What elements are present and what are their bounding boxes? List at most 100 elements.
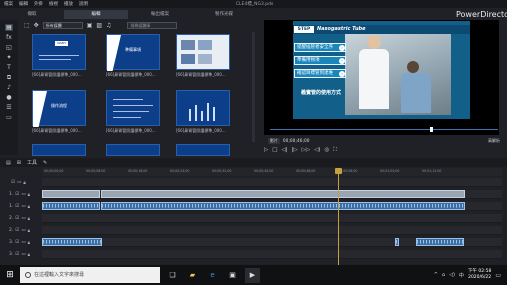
track-lock-icon[interactable]: 🔒︎ — [28, 192, 30, 198]
media-thumb[interactable]: NABH — [32, 34, 86, 70]
track-toggle-icon[interactable]: ☑ — [11, 180, 15, 185]
track-toggle-icon[interactable]: ☑ — [15, 192, 19, 197]
play-icon[interactable]: ▷ — [264, 147, 268, 153]
title-room-icon[interactable]: T — [5, 64, 13, 71]
taskbar-clock[interactable]: 下午 02:58 2020/6/22 — [468, 269, 491, 281]
track-visibility-icon[interactable]: ▭ — [21, 252, 25, 257]
menu-help[interactable]: 說明 — [79, 1, 88, 7]
audio-clip[interactable] — [416, 238, 464, 246]
media-thumb[interactable] — [176, 90, 230, 126]
preview-quality-dropdown[interactable]: 高解析 — [488, 138, 500, 144]
audio-mixing-icon[interactable]: ♪ — [5, 84, 13, 91]
track-header[interactable]: 1. ☑ ▭ 🔒︎ — [0, 190, 42, 199]
tab-produce[interactable]: 輸出檔案 — [128, 10, 192, 19]
filter-image-icon[interactable]: ▨ — [96, 22, 102, 29]
timeline-view-icon[interactable]: ▤ — [6, 160, 11, 166]
transition-room-icon[interactable]: ⧉ — [5, 74, 13, 81]
audio-clip[interactable] — [395, 238, 399, 246]
track-lane[interactable] — [42, 226, 502, 235]
store-icon[interactable]: ▣ — [225, 268, 240, 283]
track-toggle-icon[interactable]: ☑ — [15, 252, 19, 257]
track-header[interactable]: 3. ☑ ▭ 🔒︎ — [0, 238, 42, 247]
media-filter-dropdown[interactable]: 所有媒體 — [42, 21, 83, 29]
next-frame-icon[interactable]: |▷ — [292, 147, 298, 153]
volume-tray-icon[interactable]: ◁) — [449, 272, 455, 278]
preview-mode-toggle[interactable]: 影片 — [268, 137, 280, 144]
plugin-icon[interactable]: ✥ — [34, 22, 39, 29]
track-visibility-icon[interactable]: ▭ — [21, 228, 25, 233]
media-thumb[interactable] — [106, 90, 160, 126]
magic-tools-icon[interactable]: ✎ — [43, 160, 47, 166]
video-clip[interactable] — [42, 190, 100, 198]
pip-room-icon[interactable]: ◱ — [5, 44, 13, 51]
track-toggle-icon[interactable]: ☑ — [15, 204, 19, 209]
prev-frame-icon[interactable]: ◁| — [281, 147, 287, 153]
track-lock-icon[interactable]: 🔒︎ — [28, 204, 30, 210]
track-lock-icon[interactable]: 🔒︎ — [23, 180, 25, 186]
library-scrollbar[interactable] — [252, 32, 255, 142]
tab-edit[interactable]: 編輯 — [64, 9, 128, 19]
fullscreen-icon[interactable]: ⛶ — [333, 147, 337, 154]
particle-room-icon[interactable]: ✦ — [5, 54, 13, 61]
filter-audio-icon[interactable]: ♫ — [106, 22, 111, 29]
library-search-input[interactable]: 搜尋媒體庫 — [127, 21, 178, 29]
voiceover-icon[interactable]: ● — [5, 94, 13, 101]
track-header[interactable]: 3. ☑ ▭ 🔒︎ — [0, 250, 42, 259]
track-header[interactable]: 2. ☑ ▭ 🔒︎ — [0, 214, 42, 223]
tab-capture[interactable]: 擷取 — [0, 10, 64, 19]
media-thumb[interactable] — [176, 144, 230, 156]
media-thumb[interactable] — [176, 34, 230, 70]
track-lane[interactable] — [42, 214, 502, 223]
network-icon[interactable]: ⌂ — [442, 272, 445, 278]
filter-video-icon[interactable]: ▣ — [87, 22, 93, 29]
tools-dropdown[interactable]: 工具 — [27, 159, 37, 166]
video-clip[interactable] — [101, 190, 465, 198]
track-header[interactable]: 2. ☑ ▭ 🔒︎ — [0, 226, 42, 235]
track-lane[interactable] — [42, 178, 502, 187]
track-lock-icon[interactable]: 🔒︎ — [28, 216, 30, 222]
taskbar-search-input[interactable]: 在這裡輸入文字來搜尋 — [20, 267, 160, 283]
file-explorer-icon[interactable]: ▰ — [185, 268, 200, 283]
track-toggle-icon[interactable]: ☑ — [15, 216, 19, 221]
windows-start-icon[interactable]: ⊞ — [0, 265, 20, 285]
input-language[interactable]: 中 — [459, 272, 464, 279]
stop-icon[interactable]: □ — [272, 147, 277, 153]
track-toggle-icon[interactable]: ☑ — [15, 228, 19, 233]
menu-file[interactable]: 檔案 — [4, 1, 13, 7]
edge-icon[interactable]: e — [205, 268, 220, 283]
track-header[interactable]: 1. ☑ ▭ 🔒︎ — [0, 202, 42, 211]
volume-icon[interactable]: ◁) — [314, 147, 320, 153]
fast-forward-icon[interactable]: ▷▷ — [302, 147, 310, 153]
timeline-ruler[interactable]: 00;00;00;00 00;00;08;00 00;00;16;00 00;00;2… — [42, 168, 502, 176]
track-visibility-icon[interactable]: ▭ — [17, 180, 21, 185]
media-thumb[interactable]: 準備事項 — [106, 34, 160, 71]
menu-edit[interactable]: 編輯 — [19, 1, 28, 7]
notification-icon[interactable]: ▭ — [495, 272, 501, 279]
import-icon[interactable]: ⬚ — [24, 22, 30, 29]
audio-clip[interactable] — [42, 238, 102, 246]
track-toggle-icon[interactable]: ☑ — [15, 240, 19, 245]
storyboard-icon[interactable]: ⊞ — [17, 160, 21, 166]
tray-arrow-icon[interactable]: ^ — [434, 272, 438, 278]
track-visibility-icon[interactable]: ▭ — [21, 192, 25, 197]
chapter-icon[interactable]: ☰ — [5, 104, 13, 111]
fx-room-icon[interactable]: fx — [5, 34, 13, 41]
track-visibility-icon[interactable]: ▭ — [21, 240, 25, 245]
menu-plugins[interactable]: 外掛 — [34, 1, 43, 7]
track-lock-icon[interactable]: 🔒︎ — [28, 240, 30, 246]
subtitle-icon[interactable]: ▭ — [5, 114, 13, 121]
track-visibility-icon[interactable]: ▭ — [21, 204, 25, 209]
audio-clip[interactable] — [101, 202, 465, 210]
menu-play[interactable]: 播放 — [64, 1, 73, 7]
media-thumb[interactable] — [106, 144, 160, 156]
track-lock-icon[interactable]: 🔒︎ — [28, 228, 30, 234]
audio-clip[interactable] — [42, 202, 100, 210]
preview-scrubber[interactable] — [270, 127, 498, 132]
task-view-icon[interactable]: ❏ — [165, 268, 180, 283]
track-header[interactable]: ☑ ▭ 🔒︎ — [0, 178, 42, 187]
track-lock-icon[interactable]: 🔒︎ — [28, 252, 30, 258]
menu-view[interactable]: 檢視 — [49, 1, 58, 7]
media-thumb[interactable] — [32, 144, 86, 156]
media-thumb[interactable]: 操作流程 — [32, 90, 86, 127]
playhead-handle[interactable] — [335, 168, 342, 174]
